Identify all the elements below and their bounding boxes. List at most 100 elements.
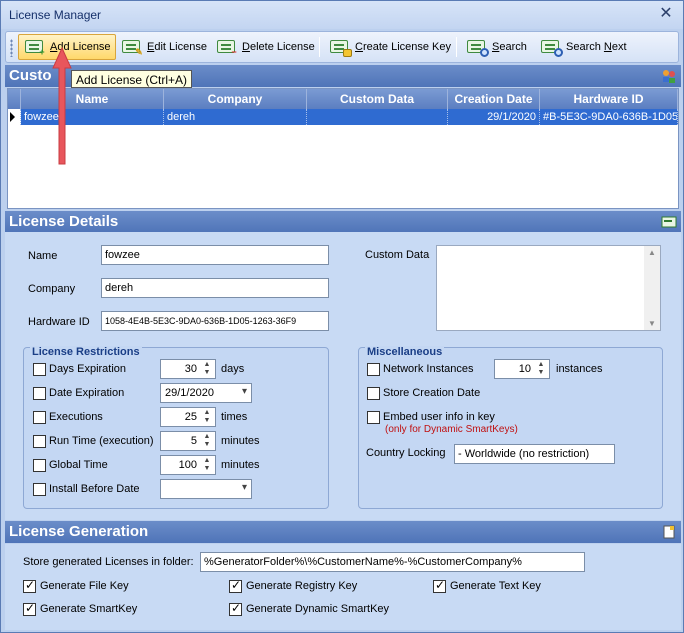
run-time-checkbox[interactable] (33, 435, 46, 448)
edit-license-button[interactable]: ✎ Edit License (116, 34, 211, 60)
generate-file-key-label: Generate File Key (40, 580, 129, 592)
executions-checkbox[interactable] (33, 411, 46, 424)
spinner-arrows-icon[interactable]: ▲ ▼ (200, 361, 214, 377)
customers-grid[interactable]: Name Company Custom Data Creation Date H… (7, 88, 679, 209)
search-next-icon (539, 37, 563, 57)
run-time-label: Run Time (execution) (49, 435, 154, 447)
install-before-date-label: Install Before Date (49, 483, 140, 495)
generate-text-key-checkbox[interactable] (433, 578, 446, 593)
create-license-key-button[interactable]: Create License Key (324, 34, 455, 60)
callout-arrow-icon (52, 46, 72, 165)
generate-registry-key-checkbox[interactable] (229, 578, 242, 593)
license-generation-panel: Store generated Licenses in folder: %Gen… (5, 544, 681, 630)
global-time-value: 100 (178, 459, 197, 471)
generate-smartkey-checkbox[interactable] (23, 601, 36, 616)
folder-label: Store generated Licenses in folder: (23, 556, 194, 568)
add-license-icon: + (23, 37, 47, 57)
table-row[interactable]: fowzee dereh 29/1/2020 #B-5E3C-9DA0-636B… (8, 109, 678, 125)
close-icon[interactable]: ✕ (657, 5, 675, 23)
license-generation-icon[interactable] (661, 525, 677, 539)
toolbar: + Add License ✎ Edit License − Delete Li… (5, 31, 679, 63)
current-row-indicator-icon (10, 112, 15, 122)
grid-header: Name Company Custom Data Creation Date H… (8, 89, 678, 109)
generate-dynamic-smartkey-label: Generate Dynamic SmartKey (246, 603, 390, 615)
name-field[interactable]: fowzee (101, 245, 329, 265)
customers-icon[interactable] (661, 69, 677, 83)
date-expiration-value: 29/1/2020 (165, 387, 214, 399)
output-folder-field[interactable]: %GeneratorFolder%\%CustomerName%-%Custom… (200, 552, 585, 572)
generate-registry-key-label: Generate Registry Key (246, 580, 358, 592)
network-instances-stepper[interactable]: 10 ▲ ▼ (494, 359, 550, 379)
delete-license-button[interactable]: − Delete License (211, 34, 319, 60)
license-details-panel: Name fowzee Company dereh Hardware ID 10… (5, 232, 681, 520)
generate-file-key-checkbox[interactable] (23, 578, 36, 593)
country-locking-field[interactable]: - Worldwide (no restriction) (454, 444, 615, 464)
search-button[interactable]: Search (461, 34, 531, 60)
spinner-arrows-icon[interactable]: ▲ ▼ (200, 409, 214, 425)
chevron-down-icon[interactable]: ▾ (242, 482, 247, 493)
hardware-id-field[interactable]: 1058-4E4B-5E3C-9DA0-636B-1D05-1263-36F9 (101, 311, 329, 331)
search-label: Search (492, 41, 527, 53)
custom-data-textarea[interactable]: ▲ ▼ (436, 245, 661, 331)
chevron-down-icon[interactable]: ▾ (242, 386, 247, 397)
global-time-unit: minutes (221, 459, 260, 471)
date-expiration-picker[interactable]: 29/1/2020 ▾ (160, 383, 252, 403)
edit-license-label: Edit License (147, 41, 207, 53)
cell-name[interactable]: fowzee (21, 109, 164, 125)
run-time-stepper[interactable]: 5 ▲ ▼ (160, 431, 216, 451)
run-time-unit: minutes (221, 435, 260, 447)
hardware-id-label: Hardware ID (28, 316, 90, 328)
edit-license-icon: ✎ (120, 37, 144, 57)
custom-data-label: Custom Data (365, 249, 430, 261)
license-generation-title: License Generation (9, 523, 149, 540)
days-expiration-checkbox[interactable] (33, 363, 46, 376)
toolbar-grip-icon[interactable] (10, 39, 13, 57)
grid-col-name[interactable]: Name (21, 89, 164, 109)
license-details-icon[interactable] (661, 215, 677, 229)
generate-smartkey-label: Generate SmartKey (40, 603, 138, 615)
spinner-arrows-icon[interactable]: ▲ ▼ (200, 457, 214, 473)
embed-user-info-checkbox[interactable] (367, 411, 380, 424)
executions-unit: times (221, 411, 248, 423)
install-before-date-picker[interactable]: ▾ (160, 479, 252, 499)
cell-hardware-id[interactable]: #B-5E3C-9DA0-636B-1D05-12 (540, 109, 678, 125)
generate-dynamic-smartkey-checkbox[interactable] (229, 601, 242, 616)
store-creation-date-checkbox[interactable] (367, 387, 380, 400)
cell-creation-date[interactable]: 29/1/2020 (448, 109, 540, 125)
window-title: License Manager (9, 8, 102, 22)
license-manager-window: License Manager ✕ + Add License ✎ Edit L… (0, 0, 684, 633)
cell-company[interactable]: dereh (164, 109, 307, 125)
grid-col-indicator (8, 89, 21, 109)
global-time-checkbox[interactable] (33, 459, 46, 472)
executions-value: 25 (184, 411, 197, 423)
search-next-button[interactable]: Search Next (535, 34, 631, 60)
executions-label: Executions (49, 411, 103, 423)
grid-col-creation-date[interactable]: Creation Date (448, 89, 540, 109)
executions-stepper[interactable]: 25 ▲ ▼ (160, 407, 216, 427)
embed-user-info-note: (only for Dynamic SmartKeys) (385, 424, 518, 435)
days-expiration-stepper[interactable]: 30 ▲ ▼ (160, 359, 216, 379)
search-next-label: Search Next (566, 41, 627, 53)
grid-col-company[interactable]: Company (164, 89, 307, 109)
spinner-arrows-icon[interactable]: ▲ ▼ (200, 433, 214, 449)
grid-col-custom-data[interactable]: Custom Data (307, 89, 448, 109)
cell-custom-data[interactable] (307, 109, 448, 125)
custom-data-scrollbar[interactable]: ▲ ▼ (644, 246, 660, 330)
license-details-header: License Details (5, 211, 681, 233)
network-instances-checkbox[interactable] (367, 363, 380, 376)
delete-license-label: Delete License (242, 41, 315, 53)
company-field[interactable]: dereh (101, 278, 329, 298)
install-before-date-checkbox[interactable] (33, 483, 46, 496)
license-details-title: License Details (9, 213, 119, 230)
search-icon (465, 37, 489, 57)
network-instances-label: Network Instances (383, 363, 474, 375)
grid-col-hardware-id[interactable]: Hardware ID (540, 89, 678, 109)
global-time-stepper[interactable]: 100 ▲ ▼ (160, 455, 216, 475)
date-expiration-checkbox[interactable] (33, 387, 46, 400)
toolbar-separator (319, 37, 320, 57)
miscellaneous-title: Miscellaneous (365, 346, 445, 358)
generate-text-key-label: Generate Text Key (450, 580, 541, 592)
spinner-arrows-icon[interactable]: ▲ ▼ (534, 361, 548, 377)
embed-user-info-label: Embed user info in key (383, 411, 495, 423)
network-instances-value: 10 (518, 363, 531, 375)
